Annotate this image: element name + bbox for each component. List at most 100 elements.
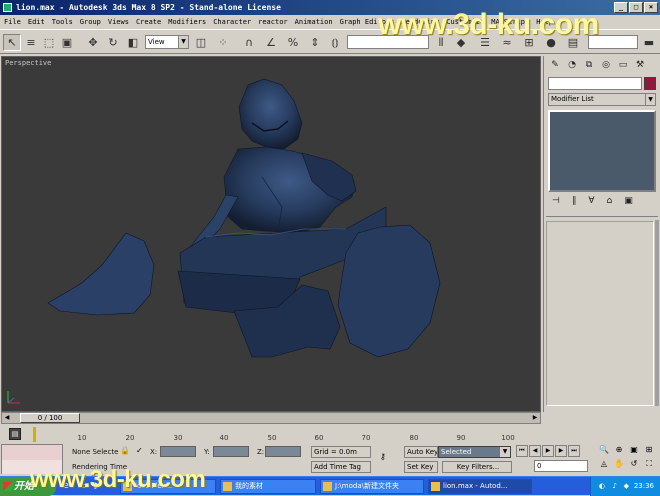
current-frame-field[interactable]: 0 (534, 460, 588, 472)
curve-editor-icon[interactable]: ≈ (498, 34, 516, 51)
motion-tab-icon[interactable]: ◎ (599, 58, 613, 72)
select-manipulate-icon[interactable]: ⁘ (214, 34, 232, 51)
clock[interactable]: 23:36 (634, 482, 654, 490)
z-field[interactable] (265, 446, 301, 457)
remove-modifier-icon[interactable]: ⌂ (607, 196, 613, 206)
lion-model[interactable] (2, 57, 542, 413)
zoom-extents-icon[interactable]: ▣ (628, 444, 640, 456)
menu-modifiers[interactable]: Modifiers (168, 15, 206, 29)
object-name-field[interactable] (548, 77, 642, 90)
arc-rotate-icon[interactable]: ↺ (628, 458, 640, 470)
next-frame-icon[interactable]: ▶ (555, 445, 567, 457)
named-selection-icon[interactable]: ⦅⦆ (326, 34, 344, 51)
reference-coordinate-dropdown[interactable]: View ▼ (145, 35, 189, 49)
menu-rendering[interactable]: Rendering (401, 15, 439, 29)
media-icon[interactable]: ▶ (92, 480, 104, 492)
mirror-icon[interactable]: ⫴ (432, 34, 450, 51)
modify-tab-icon[interactable]: ◔ (565, 58, 579, 72)
show-end-result-icon[interactable]: ∥ (572, 196, 577, 206)
time-slider-thumb[interactable]: 0 / 100 (20, 413, 80, 423)
move-icon[interactable]: ✥ (84, 34, 102, 51)
parameters-rollout[interactable] (546, 221, 654, 406)
snap-icon[interactable]: ∩ (240, 34, 258, 51)
menu-graph-editors[interactable]: Graph Editors (340, 15, 395, 29)
desktop-icon[interactable]: ▭ (76, 480, 88, 492)
menu-file[interactable]: File (4, 15, 21, 29)
select-arrow-icon[interactable]: ↖ (3, 34, 21, 51)
pivot-icon[interactable]: ◫ (192, 34, 210, 51)
current-frame-marker[interactable] (33, 427, 36, 442)
percent-snap-icon[interactable]: % (284, 34, 302, 51)
x-field[interactable] (160, 446, 196, 457)
make-unique-icon[interactable]: ∀ (588, 196, 594, 206)
panel-scrollbar[interactable] (655, 220, 659, 406)
taskbar-item-active[interactable]: lion.max - Autod... (428, 479, 532, 494)
taskbar-item[interactable]: J:\moda\新建文件夹 (320, 479, 424, 494)
zoom-icon[interactable]: 🔍 (598, 444, 610, 456)
taskbar-item[interactable]: localFlex... (120, 479, 216, 494)
modifier-list-dropdown[interactable]: Modifier List ▼ (548, 93, 656, 106)
maximize-button[interactable]: □ (629, 2, 643, 13)
volume-icon[interactable]: ♪ (608, 481, 617, 491)
pin-stack-icon[interactable]: ⊣ (552, 196, 560, 206)
menu-help[interactable]: Help (536, 15, 553, 29)
taskbar-item[interactable]: 我的素材 (220, 479, 316, 494)
time-slider[interactable]: ◀ 0 / 100 ▶ (1, 412, 541, 424)
window-crossing-icon[interactable]: ▣ (58, 34, 76, 51)
named-selection-field[interactable] (347, 35, 429, 49)
network-icon[interactable]: ◐ (596, 481, 605, 491)
play-icon[interactable]: ▶ (542, 445, 554, 457)
select-region-icon[interactable]: ⬚ (40, 34, 58, 51)
ie-icon[interactable]: e (60, 480, 72, 492)
trackbar[interactable]: ▤ 10 20 30 40 50 60 70 80 90 100 (1, 425, 541, 443)
absolute-mode-icon[interactable]: ✓ (136, 446, 143, 455)
menu-tools[interactable]: Tools (52, 15, 73, 29)
perspective-viewport[interactable]: Perspective (1, 56, 541, 412)
field-of-view-icon[interactable]: ◬ (598, 458, 610, 470)
maxscript-listener[interactable] (1, 444, 63, 474)
key-selection-dropdown[interactable]: Selected ▼ (438, 446, 511, 458)
zoom-all-icon[interactable]: ⊕ (613, 444, 625, 456)
maximize-viewport-icon[interactable]: ⛶ (643, 458, 655, 470)
menu-character[interactable]: Character (213, 15, 251, 29)
menu-group[interactable]: Group (80, 15, 101, 29)
auto-key-button[interactable]: Auto Key (404, 446, 438, 458)
lock-icon[interactable]: 🔒 (120, 446, 130, 455)
go-to-end-icon[interactable]: ⏭ (568, 445, 580, 457)
key-filters-button[interactable]: Key Filters... (442, 461, 512, 473)
display-tab-icon[interactable]: ▭ (616, 58, 630, 72)
select-by-name-icon[interactable]: ≡ (22, 34, 40, 51)
quick-render-icon[interactable]: ▬ (640, 34, 658, 51)
y-field[interactable] (213, 446, 249, 457)
rotate-icon[interactable]: ↻ (104, 34, 122, 51)
create-tab-icon[interactable]: ✎ (548, 58, 562, 72)
angle-snap-icon[interactable]: ∠ (262, 34, 280, 51)
previous-frame-icon[interactable]: ◀ (529, 445, 541, 457)
modifier-stack[interactable] (548, 110, 656, 192)
add-time-tag-button[interactable]: Add Time Tag (311, 461, 371, 473)
spinner-snap-icon[interactable]: ⇕ (306, 34, 324, 51)
menu-views[interactable]: Views (108, 15, 129, 29)
go-to-start-icon[interactable]: ⏮ (516, 445, 528, 457)
utilities-tab-icon[interactable]: ⚒ (633, 58, 647, 72)
menu-create[interactable]: Create (136, 15, 161, 29)
hierarchy-tab-icon[interactable]: ⧉ (582, 58, 596, 72)
align-icon[interactable]: ◆ (452, 34, 470, 51)
chevron-left-icon[interactable]: ◀ (2, 413, 12, 423)
set-key-button[interactable]: Set Key (404, 461, 438, 473)
configure-sets-icon[interactable]: ▣ (624, 196, 633, 206)
material-editor-icon[interactable]: ● (542, 34, 560, 51)
render-setup-icon[interactable]: ▤ (564, 34, 582, 51)
render-type-field[interactable] (588, 35, 638, 49)
menu-reactor[interactable]: reactor (258, 15, 288, 29)
scale-icon[interactable]: ◧ (124, 34, 142, 51)
object-color-swatch[interactable] (644, 77, 656, 90)
layer-manager-icon[interactable]: ☰ (476, 34, 494, 51)
chevron-right-icon[interactable]: ▶ (530, 413, 540, 423)
start-button[interactable]: 开始 (0, 477, 56, 496)
menu-animation[interactable]: Animation (295, 15, 333, 29)
tray-app-icon[interactable]: ◆ (620, 481, 629, 491)
menu-maxscript[interactable]: MAXScript (491, 15, 529, 29)
minimize-button[interactable]: _ (614, 2, 628, 13)
key-icon[interactable]: ⚷ (380, 452, 386, 461)
